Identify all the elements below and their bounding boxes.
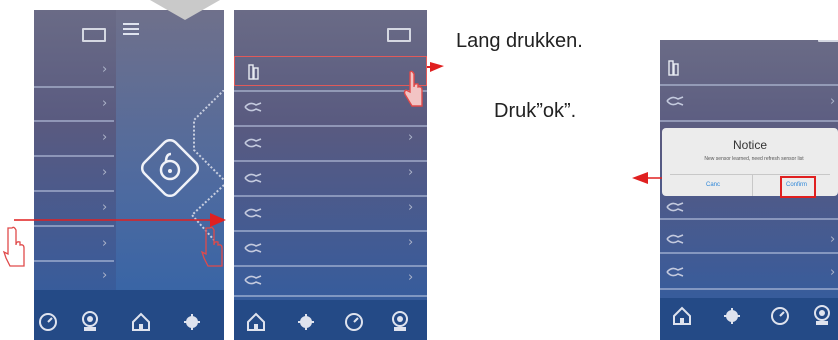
annotation-layer bbox=[2, 0, 662, 267]
caption-long-press: Lang drukken. bbox=[456, 30, 583, 52]
caption-press-ok: Druk”ok”. bbox=[494, 100, 577, 122]
